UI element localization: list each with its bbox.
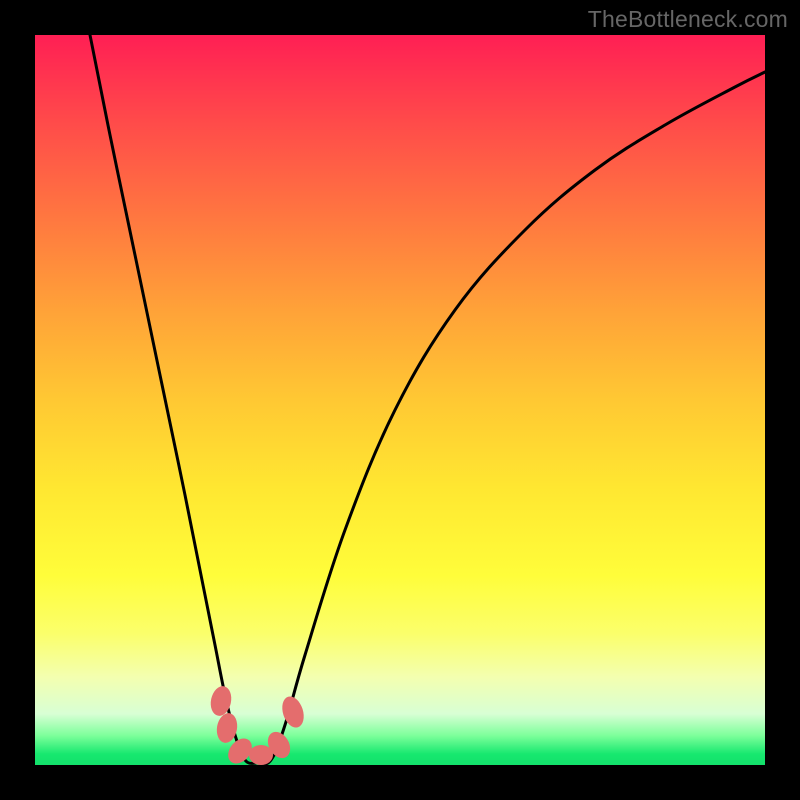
plot-area: [35, 35, 765, 765]
watermark-label: TheBottleneck.com: [588, 6, 788, 33]
chart-frame: TheBottleneck.com: [0, 0, 800, 800]
chart-svg: [35, 35, 765, 765]
marker-6: [279, 694, 308, 731]
curve-group: [90, 35, 765, 764]
bottleneck-curve: [90, 35, 765, 764]
